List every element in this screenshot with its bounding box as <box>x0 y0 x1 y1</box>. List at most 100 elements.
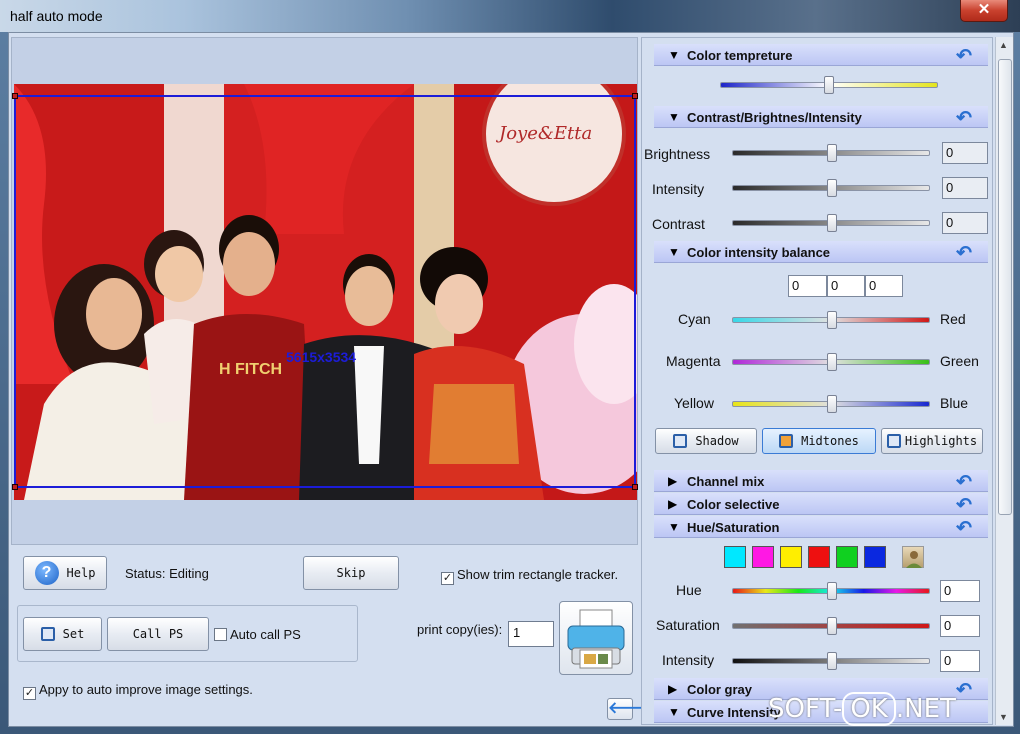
reset-arrow-icon[interactable]: ↶ <box>956 471 972 494</box>
tracker-handle-tr[interactable] <box>632 93 638 99</box>
image-size-label: 5615x3534 <box>286 349 357 365</box>
scroll-up-icon[interactable]: ▲ <box>999 40 1008 50</box>
trim-rectangle-tracker[interactable]: 5615x3534 <box>12 93 638 490</box>
intensity-label: Intensity <box>652 181 705 197</box>
slider-thumb[interactable] <box>827 652 837 670</box>
slider-thumb[interactable] <box>827 144 837 162</box>
show-tracker-checkbox[interactable]: ✓ Show trim rectangle tracker. <box>441 567 618 585</box>
reset-arrow-icon[interactable]: ↶ <box>956 679 972 702</box>
slider-thumb[interactable] <box>824 76 834 94</box>
swatch-yellow[interactable] <box>780 546 802 568</box>
watermark-right: .NET <box>895 694 956 724</box>
shadow-icon <box>673 434 688 448</box>
section-title: Channel mix <box>687 474 765 489</box>
collapse-triangle-icon: ▼ <box>668 110 680 124</box>
balance-value-2[interactable]: 0 <box>827 275 865 297</box>
section-title: Contrast/Brightnes/Intensity <box>687 110 862 125</box>
highlights-button[interactable]: Highlights <box>881 428 983 454</box>
swatch-cyan[interactable] <box>724 546 746 568</box>
brightness-value[interactable]: 0 <box>942 142 988 164</box>
midtones-icon <box>779 434 794 448</box>
status-text: Status: Editing <box>125 566 209 581</box>
section-title: Curve Intensity <box>687 705 781 720</box>
show-tracker-label: Show trim rectangle tracker. <box>457 567 619 582</box>
color-swatches <box>724 546 944 570</box>
slider-thumb[interactable] <box>827 214 837 232</box>
slider-thumb[interactable] <box>827 311 837 329</box>
saturation-value[interactable]: 0 <box>940 615 980 637</box>
section-color-balance[interactable]: ▼ Color intensity balance ↶ <box>654 241 988 265</box>
title-bar: half auto mode ✕ <box>0 0 1020 32</box>
balance-value-1[interactable]: 0 <box>788 275 827 297</box>
print-copies-input[interactable]: 1 <box>508 621 554 647</box>
section-hue-saturation[interactable]: ▼ Hue/Saturation ↶ <box>654 516 988 540</box>
tracker-handle-br[interactable] <box>632 484 638 490</box>
checkmark-icon: ✓ <box>23 687 36 700</box>
print-copies-label: print copy(ies): <box>417 622 503 637</box>
slider-thumb[interactable] <box>827 179 837 197</box>
help-button[interactable]: ? Help <box>23 556 107 590</box>
slider-thumb[interactable] <box>827 395 837 413</box>
red-label: Red <box>940 311 966 327</box>
expand-triangle-icon: ▶ <box>668 497 678 511</box>
brightness-label: Brightness <box>644 146 711 162</box>
balance-value-3[interactable]: 0 <box>865 275 903 297</box>
hue-label: Hue <box>676 582 702 598</box>
contrast-label: Contrast <box>652 216 705 232</box>
slider-thumb[interactable] <box>827 582 837 600</box>
cyan-label: Cyan <box>678 311 711 327</box>
shadow-button[interactable]: Shadow <box>655 428 757 454</box>
tracker-handle-bl[interactable] <box>12 484 18 490</box>
section-title: Color gray <box>687 682 753 697</box>
section-contrast[interactable]: ▼ Contrast/Brightnes/Intensity ↶ <box>654 106 988 130</box>
hs-intensity-label: Intensity <box>662 652 715 668</box>
magenta-label: Magenta <box>666 353 721 369</box>
right-panel-scrollbar[interactable]: ▲ ▼ <box>995 37 1013 725</box>
yellow-label: Yellow <box>674 395 714 411</box>
checkmark-icon: ✓ <box>441 572 454 585</box>
reset-arrow-icon[interactable]: ↶ <box>956 517 972 540</box>
section-color-temperature[interactable]: ▼ Color tempreture ↶ <box>654 44 988 68</box>
set-label: Set <box>62 627 85 641</box>
call-ps-button[interactable]: Call PS <box>107 617 209 651</box>
skip-button[interactable]: Skip <box>303 556 399 590</box>
close-button[interactable]: ✕ <box>960 0 1008 22</box>
hue-value[interactable]: 0 <box>940 580 980 602</box>
reset-arrow-icon[interactable]: ↶ <box>956 494 972 517</box>
slider-thumb[interactable] <box>827 617 837 635</box>
auto-call-ps-checkbox[interactable]: Auto call PS <box>214 627 301 642</box>
swatch-magenta[interactable] <box>752 546 774 568</box>
auto-improve-checkbox[interactable]: ✓ Appy to auto improve image settings. <box>23 682 253 700</box>
print-button[interactable] <box>559 601 633 675</box>
reset-arrow-icon[interactable]: ↶ <box>956 107 972 130</box>
collapse-triangle-icon: ▼ <box>668 48 680 62</box>
midtones-button[interactable]: Midtones <box>762 428 876 454</box>
scroll-down-icon[interactable]: ▼ <box>999 712 1008 722</box>
reset-arrow-icon[interactable]: ↶ <box>956 45 972 68</box>
slider-thumb[interactable] <box>827 353 837 371</box>
person-icon <box>906 551 922 568</box>
midtones-label: Midtones <box>801 434 859 448</box>
back-arrow-button[interactable]: 🡐 <box>607 698 651 720</box>
swatch-green[interactable] <box>836 546 858 568</box>
expand-triangle-icon: ▶ <box>668 682 678 696</box>
adjustment-panel: ▼ Color tempreture ↶ ▼ Contrast/Brightne… <box>641 37 993 725</box>
hs-intensity-value[interactable]: 0 <box>940 650 980 672</box>
intensity-value[interactable]: 0 <box>942 177 988 199</box>
contrast-value[interactable]: 0 <box>942 212 988 234</box>
section-color-selective[interactable]: ▶ Color selective ↶ <box>654 493 988 517</box>
swatch-skin[interactable] <box>902 546 924 568</box>
set-button[interactable]: Set <box>23 617 102 651</box>
section-title: Color selective <box>687 497 780 512</box>
green-label: Green <box>940 353 979 369</box>
main-window: Joye&Etta H FITCH 5615x3534 ? Help Statu… <box>8 32 1014 727</box>
tracker-handle-tl[interactable] <box>12 93 18 99</box>
scroll-thumb[interactable] <box>998 59 1012 515</box>
expand-triangle-icon: ▶ <box>668 474 678 488</box>
reset-arrow-icon[interactable]: ↶ <box>956 242 972 265</box>
swatch-blue[interactable] <box>864 546 886 568</box>
auto-improve-label: Appy to auto improve image settings. <box>39 682 253 697</box>
blue-label: Blue <box>940 395 969 411</box>
section-channel-mix[interactable]: ▶ Channel mix ↶ <box>654 470 988 494</box>
swatch-red[interactable] <box>808 546 830 568</box>
